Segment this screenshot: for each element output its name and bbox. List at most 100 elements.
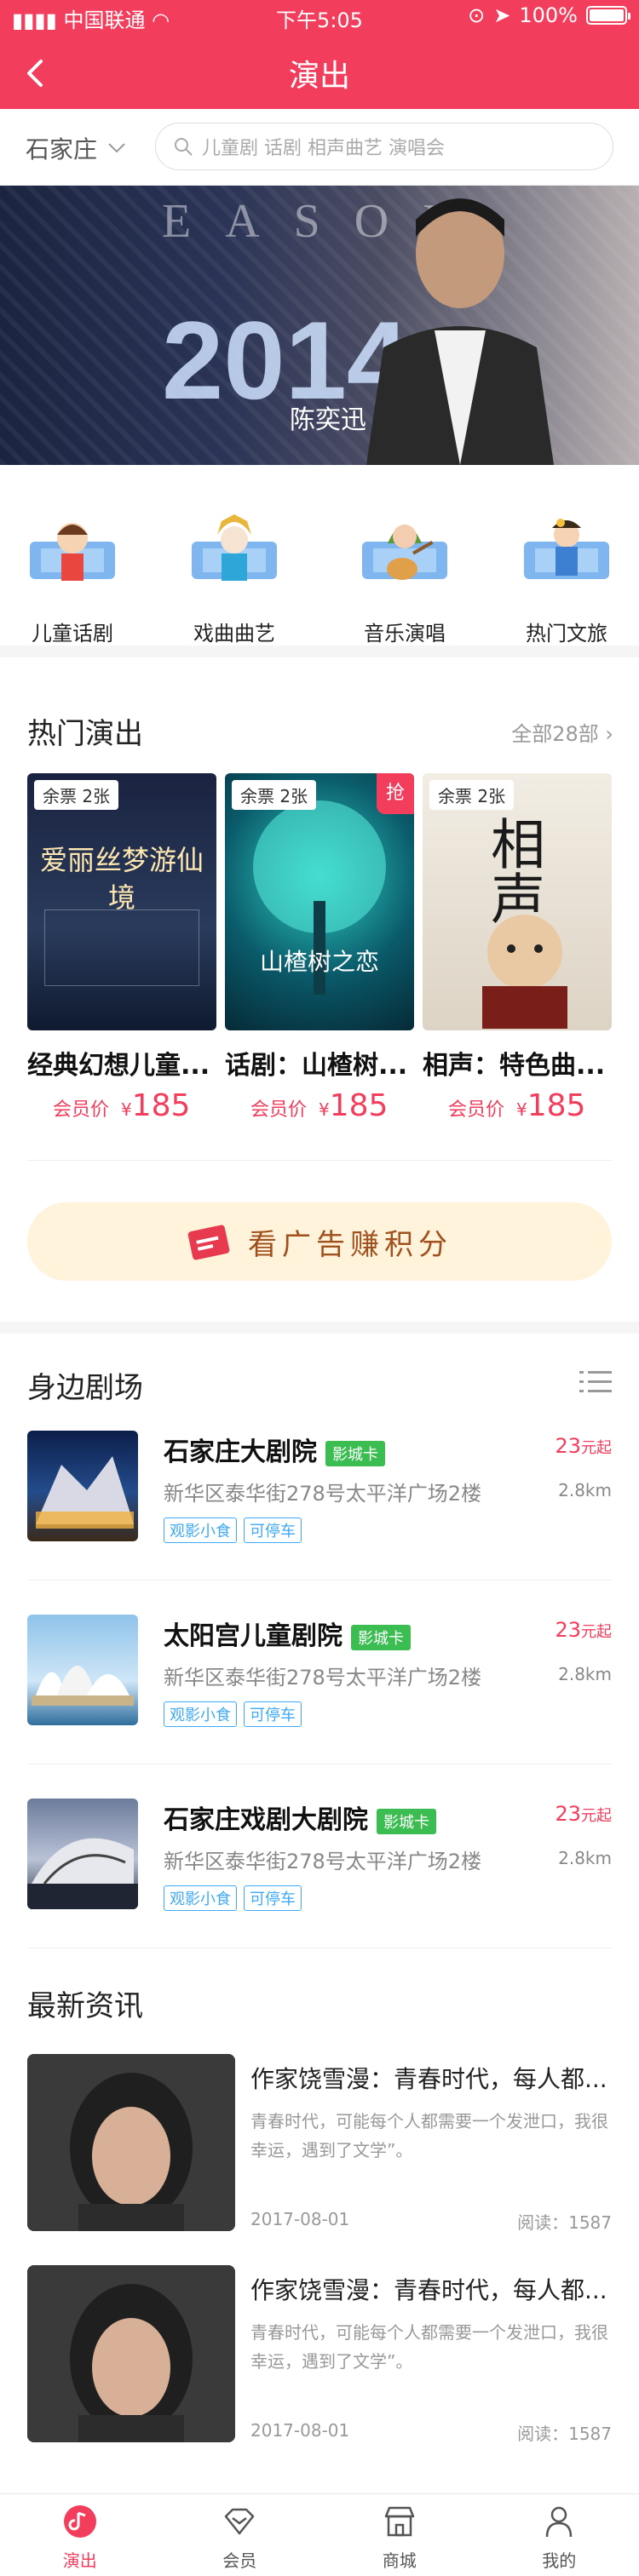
poster-title: 山楂树之恋 xyxy=(259,950,379,976)
ad-text: 看广告赚积分 xyxy=(248,1227,452,1262)
portrait-graphic xyxy=(27,2265,235,2442)
theatre-building-graphic xyxy=(32,1666,134,1706)
news-title: 作家饶雪漫：青春时代，每人都... xyxy=(250,2276,607,2304)
news-summary: 青春时代，可能每个人都需要一个发泄口，我很幸运，遇到了文学”。 xyxy=(250,2322,608,2372)
portrait-graphic xyxy=(27,2054,235,2231)
theatre-price: 23元起 xyxy=(555,1802,612,1826)
news-item[interactable]: 作家饶雪漫：青春时代，每人都... 青春时代，可能每个人都需要一个发泄口，我很幸… xyxy=(27,2054,612,2233)
news-read-count: 阅读：1587 xyxy=(517,2424,612,2444)
music-icon xyxy=(362,525,447,580)
search-row: 石家庄 儿童剧 话剧 相声曲艺 演唱会 xyxy=(0,109,639,186)
gift-card-icon xyxy=(187,1225,230,1260)
price-unit: 元起 xyxy=(581,1807,612,1825)
theatre-name: 太阳宫儿童剧院 影城卡 xyxy=(164,1615,411,1652)
more-link[interactable]: 全部28部 › xyxy=(511,717,613,747)
ad-reward-button[interactable]: 看广告赚积分 xyxy=(27,1202,612,1281)
promo-banner[interactable]: EASON 2014 陈奕迅 xyxy=(0,186,639,465)
bottom-tab-bar: 演出 会员 商城 我的 xyxy=(0,2493,639,2576)
news-item[interactable]: 作家饶雪漫：青春时代，每人都... 青春时代，可能每个人都需要一个发泄口，我很幸… xyxy=(27,2265,612,2444)
show-card[interactable]: 山楂树之恋 余票 2张 抢 话剧：山楂树... 会员价 ¥185 xyxy=(225,773,414,1123)
price-label: 会员价 xyxy=(250,1099,308,1121)
section-separator xyxy=(27,1160,612,1161)
chevron-right-icon: › xyxy=(605,722,613,746)
price-row: 会员价 ¥185 xyxy=(423,1088,612,1123)
chevron-down-icon xyxy=(108,143,125,153)
show-poster: 山楂树之恋 余票 2张 抢 xyxy=(225,773,414,1030)
location-icon: ➤ xyxy=(493,3,511,27)
tab-performance[interactable]: 演出 xyxy=(0,2494,160,2576)
show-poster: 相声 余票 2张 xyxy=(423,773,612,1030)
category-music[interactable]: 音乐演唱 xyxy=(341,509,469,646)
city-selector[interactable]: 石家庄 xyxy=(26,131,126,165)
lock-rotation-icon: ⊙ xyxy=(468,3,486,27)
city-label: 石家庄 xyxy=(26,135,98,164)
price-symbol: ¥ xyxy=(319,1099,330,1120)
theatre-item[interactable]: 太阳宫儿童剧院 影城卡 23元起 新华区泰华街278号太平洋广场2楼 2.8km … xyxy=(27,1615,612,1742)
section-title-nearby: 身边剧场 xyxy=(27,1371,143,1405)
show-card[interactable]: 爱丽丝梦游仙境 余票 2张 经典幻想儿童... 会员价 ¥185 xyxy=(27,773,216,1123)
price-value: 185 xyxy=(131,1088,191,1123)
theatre-name-text: 石家庄戏剧大剧院 xyxy=(164,1805,368,1835)
price-row: 会员价 ¥185 xyxy=(225,1088,414,1123)
theatre-distance: 2.8km xyxy=(558,1480,612,1500)
news-date: 2017-08-01 xyxy=(250,2209,350,2229)
tab-label: 我的 xyxy=(542,2550,577,2571)
show-card[interactable]: 相声 余票 2张 相声：特色曲... 会员价 ¥185 xyxy=(423,773,612,1123)
theatre-address: 新华区泰华街278号太平洋广场2楼 xyxy=(164,1666,482,1690)
ticket-tag: 余票 2张 xyxy=(34,780,119,810)
card-badge: 影城卡 xyxy=(351,1624,411,1650)
theatre-address: 新华区泰华街278号太平洋广场2楼 xyxy=(164,1850,482,1873)
profile-icon xyxy=(546,2506,573,2538)
price-value: 23 xyxy=(555,1618,581,1642)
search-icon xyxy=(175,138,193,156)
price-value: 185 xyxy=(329,1088,389,1123)
ticket-tag: 余票 2张 xyxy=(232,780,317,810)
theatre-thumbnail xyxy=(27,1799,138,1909)
price-unit: 元起 xyxy=(581,1439,612,1457)
show-title: 话剧：山楂树... xyxy=(225,1051,408,1081)
category-label: 戏曲曲艺 xyxy=(193,622,275,645)
tab-store[interactable]: 商城 xyxy=(320,2494,480,2576)
price-symbol: ¥ xyxy=(121,1099,132,1120)
category-opera[interactable]: 戏曲曲艺 xyxy=(170,509,298,646)
category-travel[interactable]: 热门文旅 xyxy=(503,509,630,646)
show-title: 相声：特色曲... xyxy=(423,1051,606,1081)
section-title-hot: 热门演出 xyxy=(27,717,143,751)
store-icon xyxy=(384,2506,414,2537)
price-row: 会员价 ¥185 xyxy=(27,1088,216,1123)
battery-percent: 100% xyxy=(519,3,578,27)
poster-title: 爱丽丝梦游仙境 xyxy=(39,845,204,913)
tab-member[interactable]: 会员 xyxy=(160,2494,320,2576)
row-separator xyxy=(27,1580,612,1581)
news-summary: 青春时代，可能每个人都需要一个发泄口，我很幸运，遇到了文学”。 xyxy=(250,2111,608,2160)
news-title: 作家饶雪漫：青春时代，每人都... xyxy=(250,2065,607,2093)
search-placeholder: 儿童剧 话剧 相声曲艺 演唱会 xyxy=(202,138,445,159)
price-label: 会员价 xyxy=(448,1099,505,1121)
category-child-drama[interactable]: 儿童话剧 xyxy=(9,509,136,646)
amenity-chip: 可停车 xyxy=(244,1885,302,1911)
search-input[interactable]: 儿童剧 话剧 相声曲艺 演唱会 xyxy=(155,123,613,170)
theatre-building-graphic xyxy=(36,1456,134,1529)
amenity-chip: 观影小食 xyxy=(164,1701,237,1727)
section-divider xyxy=(0,1322,639,1334)
theatre-item[interactable]: 石家庄戏剧大剧院 影城卡 23元起 新华区泰华街278号太平洋广场2楼 2.8km… xyxy=(27,1799,612,1926)
theatre-item[interactable]: 石家庄大剧院 影城卡 23元起 新华区泰华街278号太平洋广场2楼 2.8km 观… xyxy=(27,1431,612,1558)
tab-label: 演出 xyxy=(62,2550,97,2571)
status-bar: ▮▮▮▮ 中国联通 ◠ 下午5:05 ⊙ ➤ 100% xyxy=(0,0,639,34)
tab-profile[interactable]: 我的 xyxy=(480,2494,639,2576)
theatre-distance: 2.8km xyxy=(558,1848,612,1868)
section-title-news: 最新资讯 xyxy=(27,1989,143,2023)
card-badge: 影城卡 xyxy=(325,1440,385,1466)
list-view-icon[interactable] xyxy=(579,1369,612,1395)
child-drama-icon xyxy=(30,523,115,581)
more-text: 全部28部 xyxy=(511,722,599,746)
theatre-price: 23元起 xyxy=(555,1618,612,1642)
theatre-thumbnail xyxy=(27,1431,138,1541)
member-icon xyxy=(225,2508,255,2535)
amenity-chip: 可停车 xyxy=(244,1701,302,1727)
news-date: 2017-08-01 xyxy=(250,2420,350,2441)
rush-badge: 抢 xyxy=(377,773,414,814)
news-read-count: 阅读：1587 xyxy=(517,2212,612,2233)
amenity-chips: 观影小食 可停车 xyxy=(164,1701,302,1727)
show-poster: 爱丽丝梦游仙境 余票 2张 xyxy=(27,773,216,1030)
